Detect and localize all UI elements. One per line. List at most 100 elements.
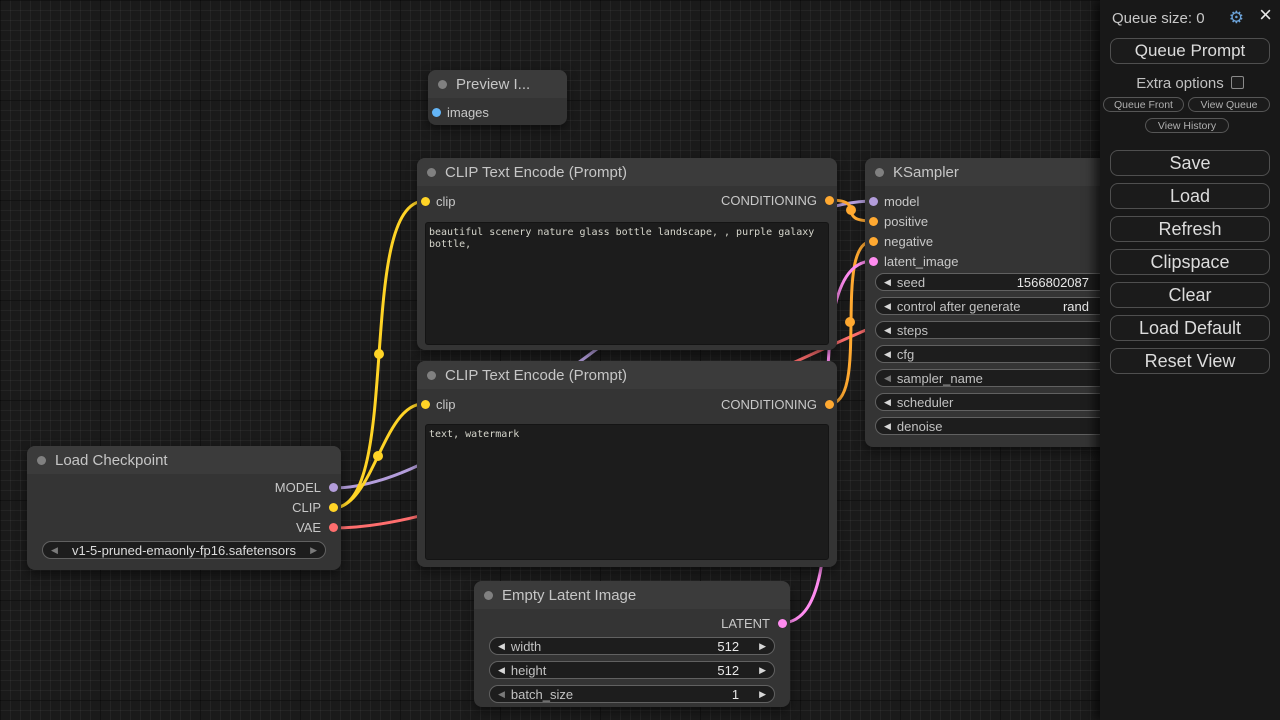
comfy-menu: Queue size: 0 ⚙ × Queue Prompt Extra opt… xyxy=(1100,0,1280,720)
comfyui-app: Preview I... images CLIP Text Encode (Pr… xyxy=(0,0,1280,720)
decrement-arrow-icon[interactable]: ◀ xyxy=(884,302,891,311)
clipspace-button[interactable]: Clipspace xyxy=(1110,249,1270,275)
increment-arrow-icon[interactable]: ▶ xyxy=(759,666,766,675)
node-title-bar[interactable]: Load Checkpoint xyxy=(27,446,341,474)
reset-view-button[interactable]: Reset View xyxy=(1110,348,1270,374)
widget-value: 1 xyxy=(732,687,739,702)
decrement-arrow-icon[interactable]: ◀ xyxy=(498,666,505,675)
widget-height[interactable]: ◀ height 512 ▶ xyxy=(489,661,775,679)
refresh-button[interactable]: Refresh xyxy=(1110,216,1270,242)
collapse-dot-icon[interactable] xyxy=(427,168,436,177)
widget-batch-size[interactable]: ◀ batch_size 1 ▶ xyxy=(489,685,775,703)
decrement-arrow-icon[interactable]: ◀ xyxy=(498,690,505,699)
input-label: positive xyxy=(884,215,928,228)
decrement-arrow-icon[interactable]: ◀ xyxy=(884,422,891,431)
widget-value: rand xyxy=(1063,299,1089,315)
input-port-model[interactable] xyxy=(869,197,878,206)
node-title-bar[interactable]: CLIP Text Encode (Prompt) xyxy=(417,158,837,186)
prev-arrow-icon[interactable]: ◀ xyxy=(51,546,58,555)
collapse-dot-icon[interactable] xyxy=(37,456,46,465)
input-label: clip xyxy=(436,195,456,208)
output-port-vae[interactable] xyxy=(329,523,338,532)
input-label: latent_image xyxy=(884,255,958,268)
collapse-dot-icon[interactable] xyxy=(875,168,884,177)
next-arrow-icon[interactable]: ▶ xyxy=(310,546,317,555)
widget-width[interactable]: ◀ width 512 ▶ xyxy=(489,637,775,655)
view-history-button[interactable]: View History xyxy=(1145,118,1229,133)
input-port-positive[interactable] xyxy=(869,217,878,226)
wire-clip-positive xyxy=(333,201,425,508)
output-label: MODEL xyxy=(275,481,321,494)
node-title-bar[interactable]: CLIP Text Encode (Prompt) xyxy=(417,361,837,389)
view-queue-button[interactable]: View Queue xyxy=(1188,97,1270,112)
widget-value: 512 xyxy=(717,663,739,678)
prompt-textarea[interactable]: beautiful scenery nature glass bottle la… xyxy=(425,222,829,345)
output-label: CONDITIONING xyxy=(721,398,817,411)
input-label: negative xyxy=(884,235,933,248)
extra-options-label: Extra options xyxy=(1136,75,1224,92)
output-label: LATENT xyxy=(721,617,770,630)
extra-options-checkbox[interactable] xyxy=(1231,76,1244,89)
output-port-conditioning[interactable] xyxy=(825,196,834,205)
node-clip-text-encode-negative[interactable]: CLIP Text Encode (Prompt) clip CONDITION… xyxy=(417,361,837,567)
graph-canvas[interactable]: Preview I... images CLIP Text Encode (Pr… xyxy=(0,0,1280,720)
save-button[interactable]: Save xyxy=(1110,150,1270,176)
input-port-images[interactable] xyxy=(432,108,441,117)
node-title: Load Checkpoint xyxy=(55,452,168,469)
node-title: Preview I... xyxy=(456,76,530,93)
widget-value: v1-5-pruned-emaonly-fp16.safetensors xyxy=(64,543,304,558)
collapse-dot-icon[interactable] xyxy=(484,591,493,600)
input-label: clip xyxy=(436,398,456,411)
increment-arrow-icon[interactable]: ▶ xyxy=(759,690,766,699)
prompt-textarea[interactable]: text, watermark xyxy=(425,424,829,560)
close-icon[interactable]: × xyxy=(1259,4,1272,26)
input-port-latent-image[interactable] xyxy=(869,257,878,266)
wire-dot xyxy=(373,451,383,461)
decrement-arrow-icon[interactable]: ◀ xyxy=(884,374,891,383)
clear-button[interactable]: Clear xyxy=(1110,282,1270,308)
output-port-latent[interactable] xyxy=(778,619,787,628)
widget-value: 1566802087 xyxy=(1017,275,1089,291)
wire-clip-negative xyxy=(333,404,423,508)
collapse-dot-icon[interactable] xyxy=(438,80,447,89)
output-port-model[interactable] xyxy=(329,483,338,492)
settings-gear-icon[interactable]: ⚙ xyxy=(1229,9,1244,27)
wire-dot xyxy=(374,349,384,359)
node-load-checkpoint[interactable]: Load Checkpoint MODEL CLIP VAE ◀ v1-5-pr… xyxy=(27,446,341,570)
node-title-bar[interactable]: Empty Latent Image xyxy=(474,581,790,609)
decrement-arrow-icon[interactable]: ◀ xyxy=(884,350,891,359)
load-button[interactable]: Load xyxy=(1110,183,1270,209)
input-port-clip[interactable] xyxy=(421,400,430,409)
input-port-negative[interactable] xyxy=(869,237,878,246)
extra-options-row: Extra options xyxy=(1100,75,1280,92)
wire-dot xyxy=(845,317,855,327)
output-label: CLIP xyxy=(292,501,321,514)
widget-value: 512 xyxy=(717,639,739,654)
wire-dot xyxy=(846,205,856,215)
input-port-clip[interactable] xyxy=(421,197,430,206)
decrement-arrow-icon[interactable]: ◀ xyxy=(498,642,505,651)
output-label: VAE xyxy=(296,521,321,534)
output-port-conditioning[interactable] xyxy=(825,400,834,409)
node-empty-latent-image[interactable]: Empty Latent Image LATENT ◀ width 512 ▶ … xyxy=(474,581,790,707)
queue-prompt-button[interactable]: Queue Prompt xyxy=(1110,38,1270,64)
decrement-arrow-icon[interactable]: ◀ xyxy=(884,278,891,287)
queue-front-button[interactable]: Queue Front xyxy=(1103,97,1184,112)
queue-size-label: Queue size: 0 xyxy=(1112,10,1270,30)
decrement-arrow-icon[interactable]: ◀ xyxy=(884,326,891,335)
node-title: CLIP Text Encode (Prompt) xyxy=(445,367,627,384)
node-title: Empty Latent Image xyxy=(502,587,636,604)
output-port-clip[interactable] xyxy=(329,503,338,512)
widget-ckpt-name[interactable]: ◀ v1-5-pruned-emaonly-fp16.safetensors ▶ xyxy=(42,541,326,559)
node-preview-image[interactable]: Preview I... images xyxy=(428,70,567,125)
node-title: KSampler xyxy=(893,164,959,181)
load-default-button[interactable]: Load Default xyxy=(1110,315,1270,341)
increment-arrow-icon[interactable]: ▶ xyxy=(759,642,766,651)
node-clip-text-encode-positive[interactable]: CLIP Text Encode (Prompt) clip CONDITION… xyxy=(417,158,837,350)
node-title: CLIP Text Encode (Prompt) xyxy=(445,164,627,181)
decrement-arrow-icon[interactable]: ◀ xyxy=(884,398,891,407)
node-title-bar[interactable]: Preview I... xyxy=(428,70,567,98)
collapse-dot-icon[interactable] xyxy=(427,371,436,380)
input-label: model xyxy=(884,195,919,208)
input-label: images xyxy=(447,106,489,119)
